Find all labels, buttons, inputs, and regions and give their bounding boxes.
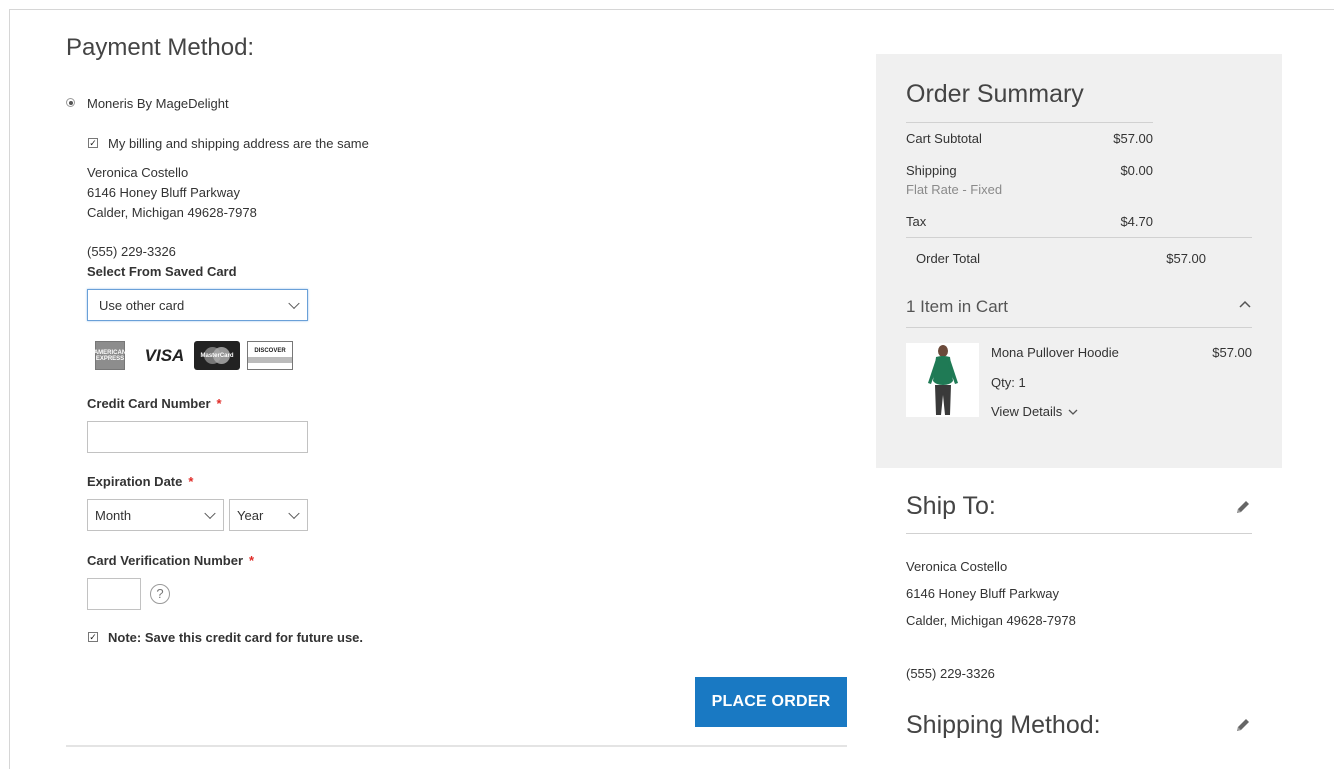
items-in-cart-toggle[interactable]: 1 Item in Cart — [906, 297, 1008, 317]
divider — [906, 327, 1252, 328]
tax-value: $4.70 — [1120, 214, 1153, 229]
saved-card-label: Select From Saved Card — [87, 264, 237, 279]
same-address-label[interactable]: My billing and shipping address are the … — [108, 136, 369, 151]
cvv-input[interactable] — [87, 578, 141, 610]
month-value: Month — [95, 507, 132, 523]
billing-city: Calder, Michigan 49628-7978 — [87, 205, 257, 220]
save-card-checkbox[interactable]: ✓ — [88, 632, 98, 642]
payment-method-radio[interactable] — [66, 98, 75, 107]
product-price: $57.00 — [1212, 345, 1252, 360]
help-icon[interactable]: ? — [150, 584, 170, 604]
order-total-label: Order Total — [916, 251, 981, 266]
shipping-label: Shipping — [906, 163, 957, 178]
discover-icon: DISCOVER — [247, 341, 293, 370]
tax-label: Tax — [906, 214, 927, 229]
payment-method-label[interactable]: Moneris By MageDelight — [87, 96, 229, 111]
same-address-checkbox[interactable]: ✓ — [88, 138, 98, 148]
cvv-label: Card Verification Number * — [87, 553, 255, 568]
saved-card-value: Use other card — [99, 297, 185, 313]
chevron-down-icon — [288, 507, 300, 520]
shipping-value: $0.00 — [1120, 163, 1153, 178]
divider — [906, 122, 1153, 123]
amex-icon: AMERICAN EXPRESS — [94, 341, 126, 370]
saved-card-select[interactable]: Use other card — [87, 289, 308, 321]
product-thumbnail[interactable] — [906, 343, 979, 417]
subtotal-label: Cart Subtotal — [906, 131, 982, 146]
billing-name: Veronica Costello — [87, 165, 189, 180]
divider — [906, 237, 1252, 238]
pencil-icon[interactable] — [1234, 716, 1252, 734]
order-total-value: $57.00 — [1166, 251, 1206, 266]
cc-number-input[interactable] — [87, 421, 308, 453]
chevron-down-icon — [204, 507, 216, 520]
ship-to-city: Calder, Michigan 49628-7978 — [906, 613, 1076, 628]
year-value: Year — [237, 507, 264, 523]
chevron-down-icon — [1068, 409, 1078, 415]
view-details-link[interactable]: View Details — [991, 404, 1078, 419]
cc-number-label: Credit Card Number * — [87, 396, 222, 411]
product-qty: Qty: 1 — [991, 375, 1026, 390]
divider — [66, 745, 847, 747]
ship-to-street: 6146 Honey Bluff Parkway — [906, 586, 1059, 601]
place-order-button[interactable]: PLACE ORDER — [695, 677, 847, 727]
chevron-down-icon — [288, 297, 300, 310]
product-name[interactable]: Mona Pullover Hoodie — [991, 345, 1119, 360]
ship-to-title: Ship To: — [906, 492, 996, 520]
ship-to-phone: (555) 229-3326 — [906, 666, 995, 681]
ship-to-name: Veronica Costello — [906, 559, 1008, 574]
expiration-month-select[interactable]: Month — [87, 499, 224, 531]
billing-phone: (555) 229-3326 — [87, 244, 176, 259]
save-card-label[interactable]: Note: Save this credit card for future u… — [108, 630, 363, 645]
pencil-icon[interactable] — [1234, 498, 1252, 516]
mastercard-icon: MasterCard — [194, 341, 240, 370]
chevron-up-icon[interactable] — [1239, 300, 1251, 308]
subtotal-value: $57.00 — [1113, 131, 1153, 146]
expiration-label: Expiration Date * — [87, 474, 194, 489]
payment-method-title: Payment Method: — [66, 34, 255, 61]
shipping-method-title: Shipping Method: — [906, 711, 1101, 739]
order-summary-title: Order Summary — [906, 80, 1084, 108]
divider — [906, 533, 1252, 534]
shipping-method-sub: Flat Rate - Fixed — [906, 182, 1003, 197]
visa-icon: VISA — [144, 345, 185, 365]
billing-street: 6146 Honey Bluff Parkway — [87, 185, 240, 200]
expiration-year-select[interactable]: Year — [229, 499, 308, 531]
